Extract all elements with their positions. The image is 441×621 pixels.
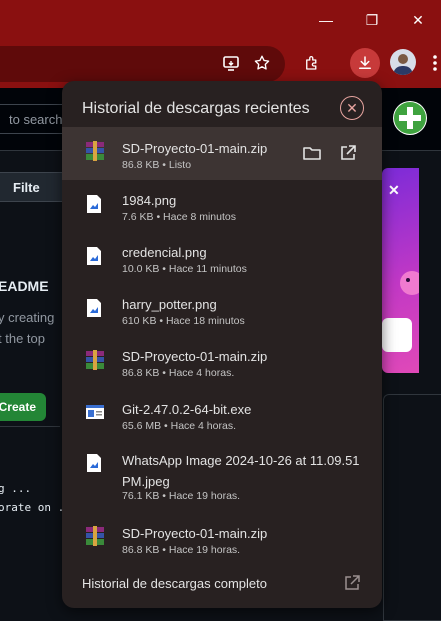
exe-installer-icon (86, 403, 104, 423)
profile-avatar[interactable] (390, 49, 416, 75)
filter-label: Filte (13, 180, 40, 195)
download-filename: credencial.png (122, 245, 207, 260)
download-item[interactable]: WhatsApp Image 2024-10-26 at 11.09.51 PM… (62, 443, 382, 515)
divider (0, 426, 60, 427)
winrar-archive-icon (86, 350, 104, 370)
download-meta: 86.8 KB • Hace 19 horas. (122, 544, 241, 556)
close-window-button[interactable]: ✕ (395, 0, 441, 40)
restore-icon: ❐ (365, 11, 379, 28)
open-external-icon (341, 145, 356, 160)
download-filename: 1984.png (122, 193, 177, 208)
restore-button[interactable]: ❐ (349, 0, 395, 40)
open-external-icon[interactable] (344, 575, 360, 591)
search-input[interactable]: to search (0, 104, 70, 134)
avatar[interactable] (393, 101, 427, 135)
show-in-folder-button[interactable] (302, 143, 322, 163)
download-filename: SD-Proyecto-01-main.zip (122, 141, 268, 156)
extensions-icon[interactable] (297, 48, 327, 78)
code-line-1: g ... (0, 482, 32, 495)
download-item[interactable]: credencial.png 10.0 KB • Hace 11 minutos (62, 233, 382, 285)
download-filename: harry_potter.png (122, 297, 217, 312)
image-file-icon (86, 194, 104, 214)
image-file-icon (86, 298, 104, 318)
download-filename: Git-2.47.0.2-64-bit.exe (122, 402, 252, 417)
close-icon: ✕ (346, 100, 358, 116)
download-meta: 7.6 KB • Hace 8 minutos (122, 211, 236, 223)
close-bubble-button[interactable]: ✕ (340, 96, 364, 120)
readme-title: EADME (0, 278, 49, 294)
create-button[interactable]: Create (0, 393, 46, 421)
download-filename: SD-Proyecto-01-main.zip (122, 349, 268, 364)
download-meta: 610 KB • Hace 18 minutos (122, 315, 245, 327)
download-item[interactable]: Git-2.47.0.2-64-bit.exe 65.6 MB • Hace 4… (62, 389, 382, 443)
download-item[interactable]: SD-Proyecto-01-main.zip 86.8 KB • Hace 1… (62, 515, 382, 565)
browser-titlebar: — ❐ ✕ (0, 0, 441, 40)
minimize-icon: — (319, 12, 333, 28)
download-meta: 76.1 KB • Hace 19 horas. (122, 490, 241, 502)
side-panel (383, 394, 441, 621)
cast-screen-icon[interactable] (216, 48, 246, 78)
download-item[interactable]: SD-Proyecto-01-main.zip 86.8 KB • Listo (62, 127, 382, 180)
download-meta: 86.8 KB • Listo (122, 159, 192, 171)
downloads-bubble: Historial de descargas recientes ✕ SD-Pr… (62, 81, 382, 608)
more-menu-icon[interactable] (428, 48, 441, 78)
download-icon[interactable] (350, 48, 380, 78)
folder-icon (303, 147, 321, 160)
download-filename: WhatsApp Image 2024-10-26 at 11.09.51 PM… (122, 453, 360, 489)
download-filename: SD-Proyecto-01-main.zip (122, 526, 268, 541)
readme-line-2: t the top (0, 331, 45, 346)
minimize-button[interactable]: — (303, 0, 349, 40)
code-line-2: orate on . (0, 501, 65, 514)
image-file-icon (86, 246, 104, 266)
download-item[interactable]: harry_potter.png 610 KB • Hace 18 minuto… (62, 285, 382, 337)
download-meta: 86.8 KB • Hace 4 horas. (122, 367, 235, 379)
download-item[interactable]: SD-Proyecto-01-main.zip 86.8 KB • Hace 4… (62, 337, 382, 389)
winrar-archive-icon (86, 141, 104, 161)
image-file-icon (86, 453, 104, 473)
promo-close-icon[interactable]: ✕ (388, 182, 400, 199)
bookmark-star-icon[interactable] (247, 48, 277, 78)
download-item[interactable]: 1984.png 7.6 KB • Hace 8 minutos (62, 181, 382, 233)
full-history-link[interactable]: Historial de descargas completo (82, 576, 267, 591)
readme-line-1: y creating (0, 310, 55, 325)
download-meta: 65.6 MB • Hace 4 horas. (122, 420, 236, 432)
downloads-title: Historial de descargas recientes (82, 100, 310, 117)
close-icon: ✕ (412, 11, 424, 28)
winrar-archive-icon (86, 526, 104, 546)
open-file-button[interactable] (338, 143, 358, 163)
download-meta: 10.0 KB • Hace 11 minutos (122, 263, 247, 275)
